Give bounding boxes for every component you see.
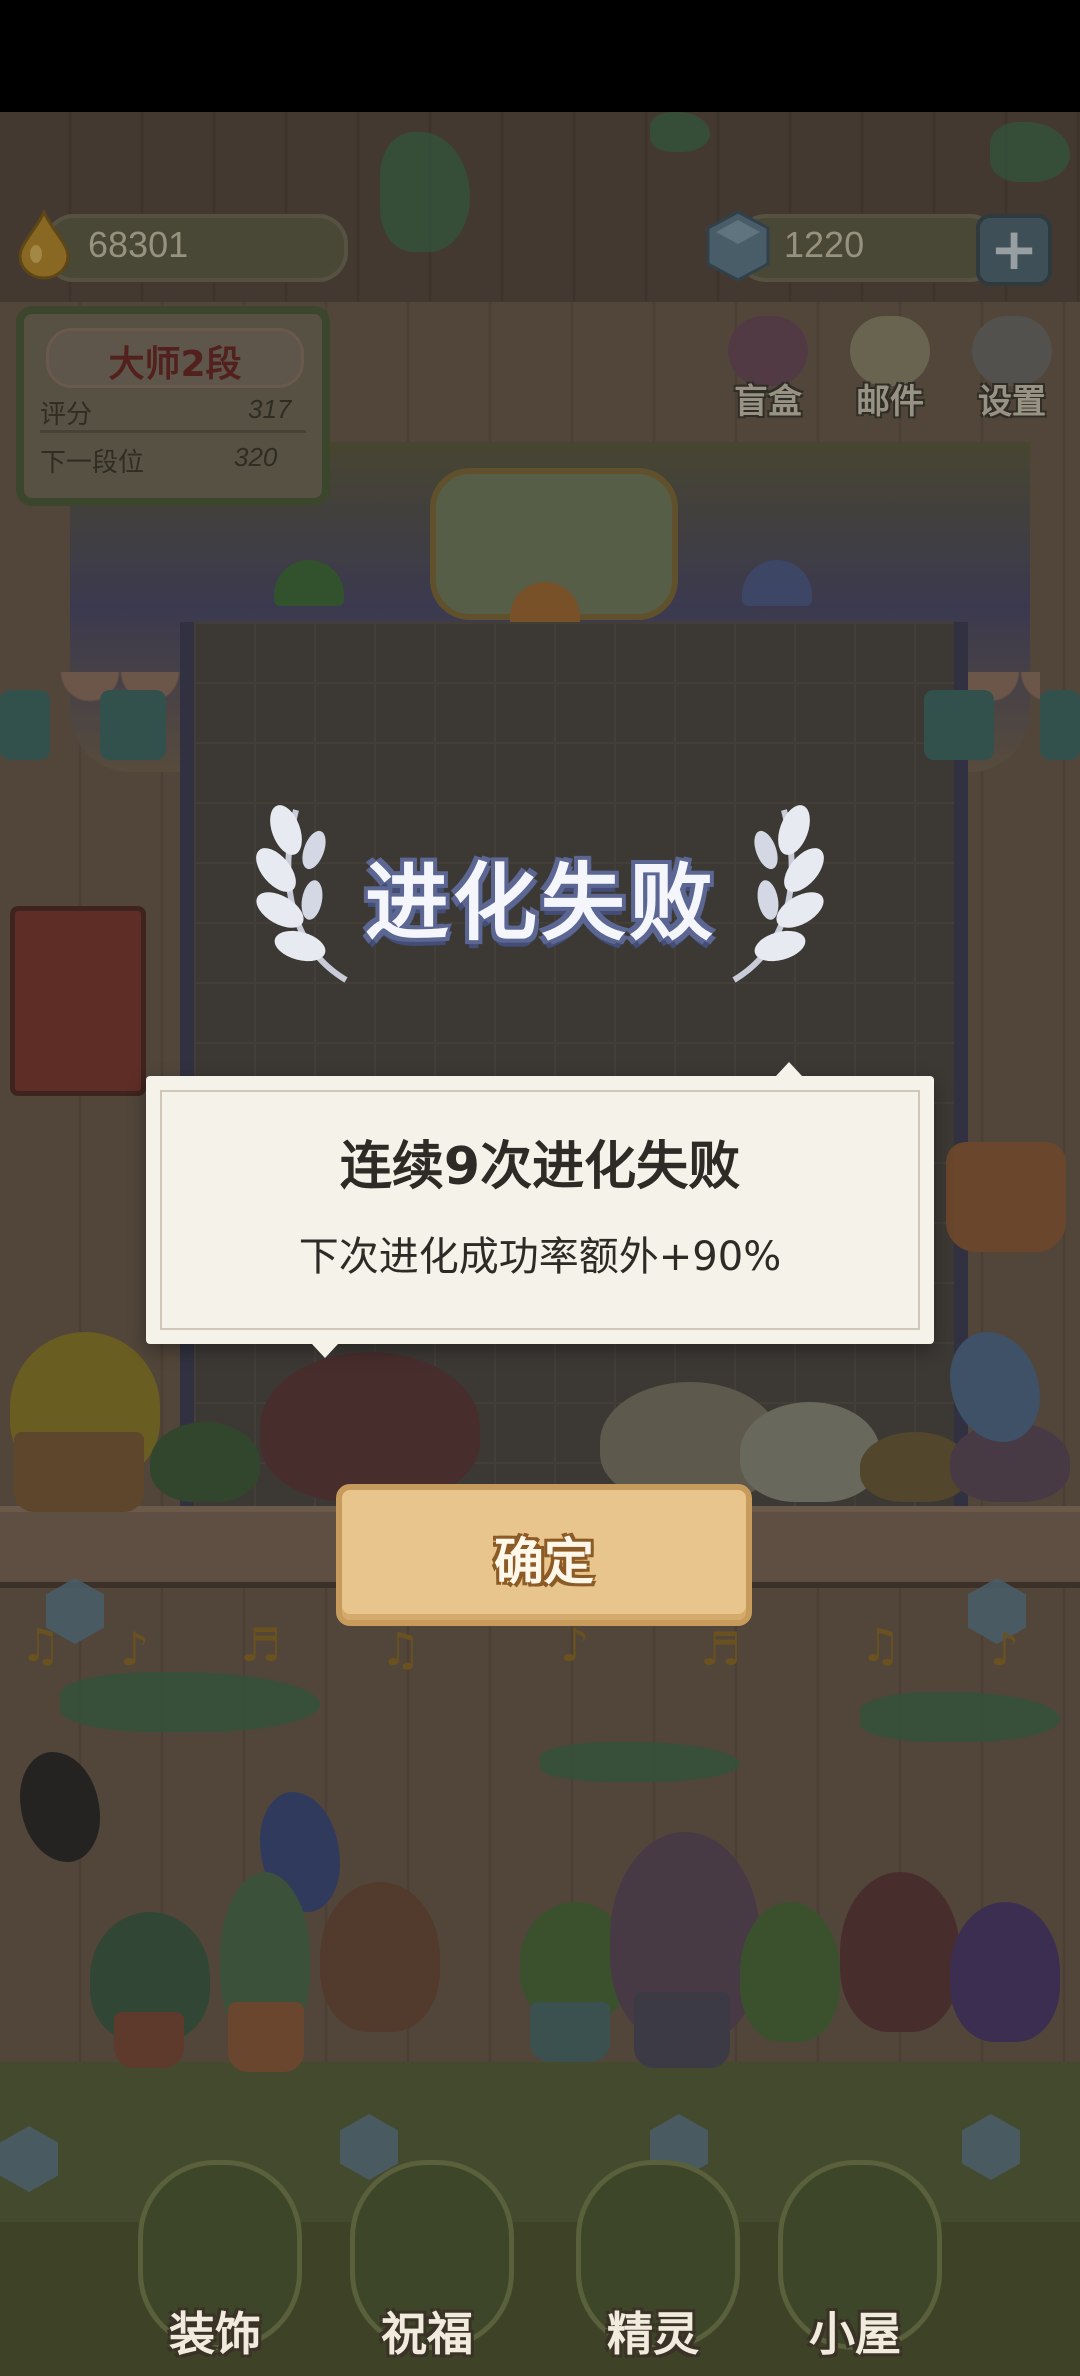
- fail-title-banner: 进化失败: [256, 790, 824, 990]
- fail-dialog: 连续9次进化失败 下次进化成功率额外+90%: [146, 1062, 934, 1358]
- nav-blessing[interactable]: 祝福: [342, 2160, 514, 2370]
- nav-blessing-label: 祝福: [381, 2307, 473, 2361]
- fail-title: 进化失败: [364, 854, 717, 952]
- fail-message: 连续9次进化失败: [339, 1137, 741, 1197]
- nav-fairy-label: 精灵: [607, 2307, 699, 2361]
- confirm-label: 确定: [494, 1533, 594, 1591]
- confirm-button[interactable]: 确定: [336, 1484, 752, 1626]
- nav-fairy[interactable]: 精灵: [568, 2160, 740, 2370]
- game-screen: ♫ ♪ ♬ ♫ ♪ ♬ ♫ ♪ 68301 1220 + 大师2段 评分 317…: [0, 0, 1080, 2376]
- nav-decorate-label: 装饰: [169, 2307, 261, 2361]
- nav-decorate[interactable]: 装饰: [130, 2160, 302, 2370]
- nav-house-label: 小屋: [809, 2307, 901, 2361]
- nav-house[interactable]: 小屋: [770, 2160, 942, 2370]
- bonus-message: 下次进化成功率额外+90%: [298, 1234, 782, 1280]
